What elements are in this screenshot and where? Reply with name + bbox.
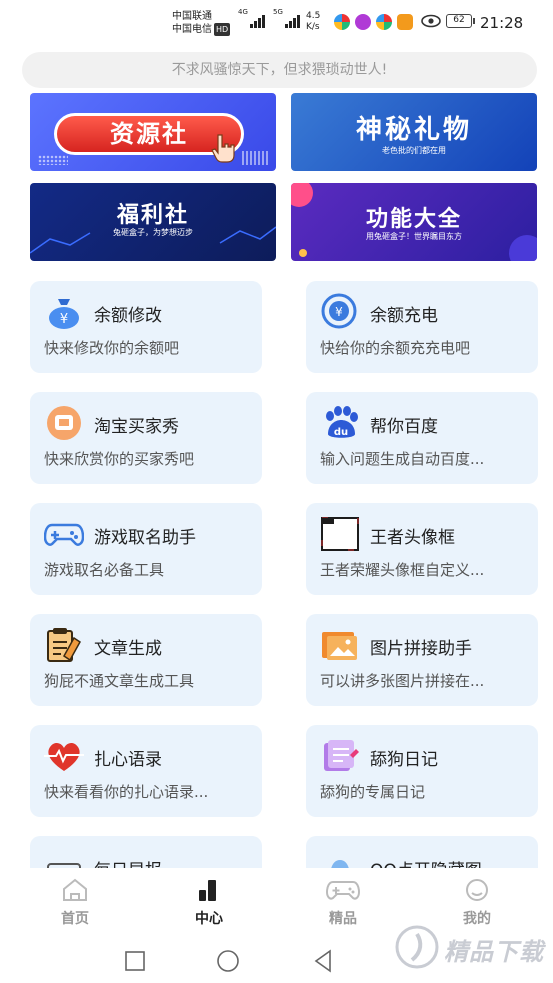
eye-icon bbox=[421, 14, 441, 28]
card-title: 扎心语录 bbox=[94, 750, 162, 770]
gamepad-icon bbox=[326, 881, 360, 900]
card-article-generator[interactable]: 文章生成 狗屁不通文章生成工具 bbox=[30, 614, 262, 706]
card-title: 余额充电 bbox=[370, 306, 438, 326]
gamepad-icon bbox=[44, 523, 84, 546]
card-balance-edit[interactable]: ¥ 余额修改 快来修改你的余额吧 bbox=[30, 281, 262, 373]
back-icon[interactable] bbox=[312, 949, 334, 973]
battery-indicator: 62 bbox=[446, 14, 475, 28]
card-dog-diary[interactable]: 舔狗日记 舔狗的专属日记 bbox=[306, 725, 538, 817]
app-notify-icon bbox=[334, 14, 350, 30]
image-collage-icon bbox=[322, 632, 357, 660]
card-honor-frame[interactable]: 王者头像框 王者荣耀头像框自定义... bbox=[306, 503, 538, 595]
banner-subtitle: 用兔砸盒子！世界瞩目东方 bbox=[366, 232, 462, 241]
hd-badge: HD bbox=[214, 23, 231, 36]
banner-mystery-gift[interactable]: 神秘礼物 老色批的们都在用 bbox=[291, 93, 537, 171]
avatar-frame-icon bbox=[321, 517, 359, 551]
card-daily-news[interactable]: 每日早报 bbox=[30, 836, 262, 870]
carrier-1: 中国联通 bbox=[172, 11, 212, 22]
card-title: 余额修改 bbox=[94, 306, 162, 326]
nav-label: 首页 bbox=[61, 911, 89, 927]
nav-label: 中心 bbox=[195, 911, 223, 927]
app-notify-icon bbox=[376, 14, 392, 30]
diary-icon bbox=[324, 740, 359, 771]
card-description: 王者荣耀头像框自定义... bbox=[320, 561, 485, 579]
yen-coin-icon: ¥ bbox=[321, 293, 357, 329]
card-description: 快来看看你的扎心语录... bbox=[44, 783, 209, 801]
nav-home[interactable]: 首页 bbox=[45, 878, 105, 928]
card-description: 快给你的余额充充电吧 bbox=[320, 339, 471, 357]
carrier-info: 中国联通 中国电信 HD bbox=[172, 10, 231, 36]
taobao-icon bbox=[47, 406, 81, 440]
qq-icon bbox=[330, 860, 350, 870]
carrier-2: 中国电信 bbox=[172, 24, 212, 35]
smile-icon bbox=[466, 879, 488, 901]
status-bar: 中国联通 中国电信 HD 4G 5G 4.5 K/s 62 21:28 bbox=[0, 0, 553, 48]
bar-chart-icon bbox=[199, 880, 216, 901]
signal-indicators: 4G 5G bbox=[238, 8, 300, 28]
baidu-paw-icon: du bbox=[326, 406, 358, 438]
newspaper-icon bbox=[47, 863, 81, 870]
card-description: 快来修改你的余额吧 bbox=[44, 339, 180, 357]
card-title: 游戏取名助手 bbox=[94, 528, 196, 548]
card-title: 淘宝买家秀 bbox=[94, 417, 179, 437]
decor-stripes bbox=[242, 151, 270, 165]
card-title: 王者头像框 bbox=[370, 528, 455, 548]
signal-5g-icon: 5G bbox=[273, 8, 300, 28]
money-bag-icon: ¥ bbox=[49, 299, 79, 329]
svg-text:¥: ¥ bbox=[60, 312, 68, 327]
banner-title: 福利社 bbox=[116, 203, 189, 228]
card-title: 帮你百度 bbox=[370, 417, 438, 437]
document-icon bbox=[47, 628, 81, 662]
notification-icons bbox=[334, 14, 413, 30]
svg-text:¥: ¥ bbox=[335, 305, 343, 319]
card-balance-recharge[interactable]: ¥ 余额充电 快给你的余额充充电吧 bbox=[306, 281, 538, 373]
watermark-text: 精品下载 bbox=[444, 938, 544, 966]
banner-title: 功能大全 bbox=[365, 207, 462, 232]
card-taobao-show[interactable]: 淘宝买家秀 快来欣赏你的买家秀吧 bbox=[30, 392, 262, 484]
card-image-stitch[interactable]: 图片拼接助手 可以讲多张图片拼接在... bbox=[306, 614, 538, 706]
banner-subtitle: 兔砸盒子，为梦想迈步 bbox=[113, 228, 193, 237]
slogan-bar: 不求风骚惊天下，但求猥琐动世人! bbox=[22, 52, 537, 88]
signal-4g-icon: 4G bbox=[238, 8, 265, 28]
recent-apps-icon[interactable] bbox=[124, 950, 146, 972]
card-game-name-helper[interactable]: 游戏取名助手 游戏取名必备工具 bbox=[30, 503, 262, 595]
banner-welfare[interactable]: 福利社 兔砸盒子，为梦想迈步 bbox=[30, 183, 276, 261]
home-icon bbox=[63, 878, 87, 901]
card-description: 狗屁不通文章生成工具 bbox=[44, 672, 195, 690]
card-description: 舔狗的专属日记 bbox=[320, 783, 426, 801]
banner-functions[interactable]: 功能大全 用兔砸盒子！世界瞩目东方 bbox=[291, 183, 537, 261]
svg-text:du: du bbox=[334, 427, 348, 438]
nav-label: 精品 bbox=[329, 911, 357, 927]
heartbeat-icon bbox=[44, 742, 84, 771]
clock: 21:28 bbox=[480, 14, 524, 32]
card-description: 快来欣赏你的买家秀吧 bbox=[44, 450, 195, 468]
card-title: 图片拼接助手 bbox=[370, 639, 472, 659]
network-speed: 4.5 K/s bbox=[306, 11, 321, 32]
card-baidu-helper[interactable]: du 帮你百度 输入问题生成自动百度... bbox=[306, 392, 538, 484]
banner-resources[interactable]: 资源社 bbox=[30, 93, 276, 171]
banner-subtitle: 老色批的们都在用 bbox=[382, 146, 446, 155]
home-circle-icon[interactable] bbox=[216, 949, 240, 973]
link-app-icon bbox=[355, 14, 371, 30]
card-title: 舔狗日记 bbox=[370, 750, 438, 770]
nav-featured[interactable]: 精品 bbox=[313, 878, 373, 928]
nav-center[interactable]: 中心 bbox=[179, 878, 239, 928]
pointing-hand-icon bbox=[211, 134, 235, 163]
watermark-logo-icon bbox=[395, 925, 439, 969]
card-heart-quotes[interactable]: 扎心语录 快来看看你的扎心语录... bbox=[30, 725, 262, 817]
decor-dots bbox=[38, 155, 68, 165]
card-description: 输入问题生成自动百度... bbox=[320, 450, 485, 468]
video-app-icon bbox=[397, 14, 413, 30]
banner-title: 神秘礼物 bbox=[355, 115, 472, 145]
card-description: 游戏取名必备工具 bbox=[44, 561, 165, 579]
card-qq-hidden-image[interactable]: QQ点开隐藏图 bbox=[306, 836, 538, 870]
card-title: 文章生成 bbox=[94, 639, 162, 659]
card-description: 可以讲多张图片拼接在... bbox=[320, 672, 485, 690]
watermark: 精品下载 bbox=[392, 918, 552, 978]
